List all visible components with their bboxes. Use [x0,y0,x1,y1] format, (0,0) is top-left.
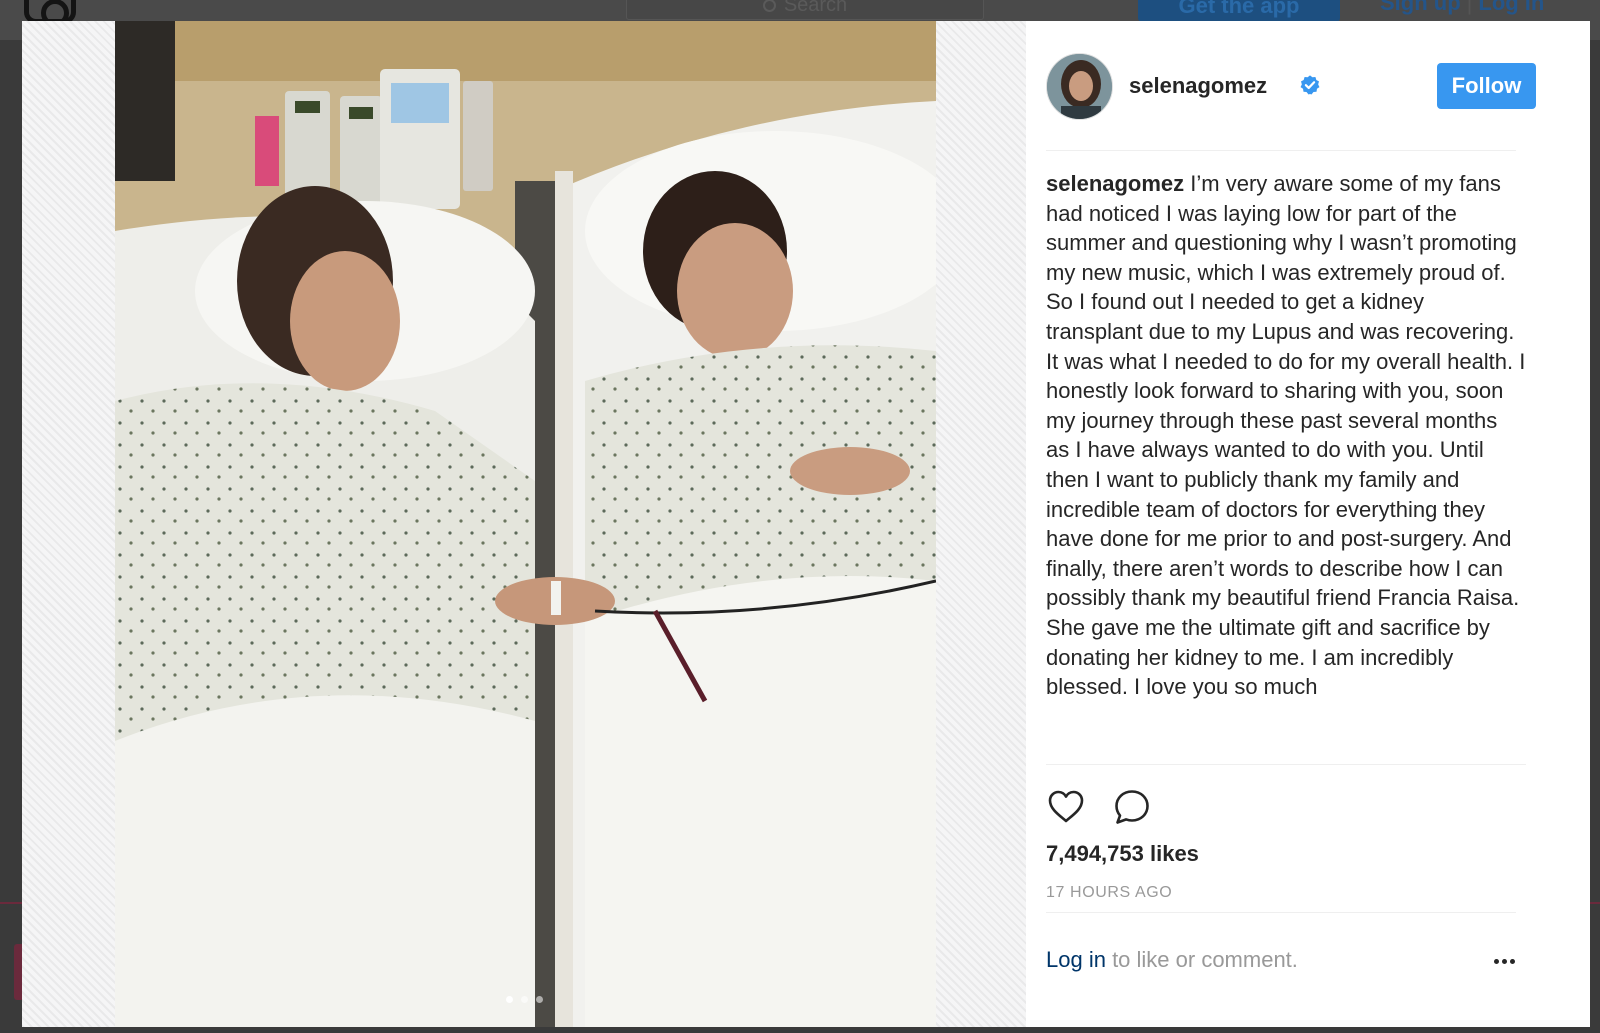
auth-separator: | [1466,0,1473,15]
more-options-icon[interactable] [1494,949,1518,973]
log-in-link[interactable]: Log in [1046,947,1106,972]
search-input[interactable]: Search [626,0,984,20]
caption-paragraph: selenagomez I’m very aware some of my fa… [1046,169,1526,702]
follow-button[interactable]: Follow [1437,63,1536,109]
get-the-app-button[interactable]: Get the app [1138,0,1340,22]
comment-prompt-text: to like or comment. [1105,947,1298,972]
heart-icon[interactable] [1046,787,1086,827]
search-icon [762,0,776,12]
post-actions [1046,787,1152,827]
avatar[interactable] [1046,53,1113,120]
post-photo[interactable] [115,21,936,1027]
top-log-in-link[interactable]: Log in [1478,0,1544,15]
comment-icon[interactable] [1112,787,1152,827]
caption-text: I’m very aware some of my fans had notic… [1046,171,1526,700]
carousel-dot-active[interactable] [506,996,513,1003]
media-pane [22,21,1026,1027]
verified-badge-icon [1300,75,1320,95]
sign-up-link[interactable]: Sign up [1380,0,1461,15]
search-placeholder: Search [783,0,848,16]
carousel-dot[interactable] [536,996,543,1003]
comment-prompt: Log in to like or comment. [1046,947,1298,973]
like-count[interactable]: 7,494,753 likes [1046,841,1199,867]
post-timestamp[interactable]: 17 HOURS AGO [1046,884,1172,902]
author-username[interactable]: selenagomez [1129,73,1267,99]
post-header: selenagomez Follow [1046,51,1536,151]
footer-divider [1046,912,1516,913]
post-modal: selenagomez Follow selenagomez I’m very … [22,21,1590,1027]
caption-username[interactable]: selenagomez [1046,171,1184,196]
carousel-indicator [506,996,543,1003]
carousel-dot[interactable] [521,996,528,1003]
post-caption: selenagomez I’m very aware some of my fa… [1046,169,1526,765]
top-auth-links: Sign up | Log in [1380,0,1544,16]
post-sidebar: selenagomez Follow selenagomez I’m very … [1026,21,1590,1027]
